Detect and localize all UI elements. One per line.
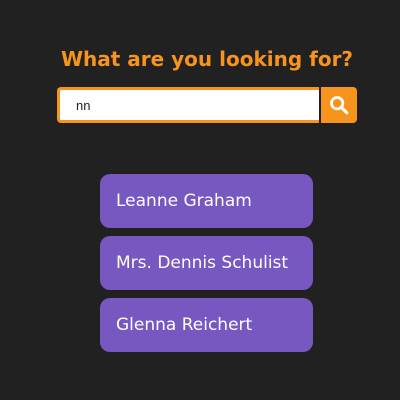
result-item[interactable]: Glenna Reichert <box>100 298 313 352</box>
search-button[interactable] <box>321 87 357 123</box>
result-item[interactable]: Leanne Graham <box>100 174 313 228</box>
search-input[interactable] <box>57 87 319 123</box>
search-bar <box>57 87 357 123</box>
results-list: Leanne Graham Mrs. Dennis Schulist Glenn… <box>100 174 313 360</box>
result-item[interactable]: Mrs. Dennis Schulist <box>100 236 313 290</box>
search-icon <box>330 96 349 115</box>
page-heading: What are you looking for? <box>60 47 354 71</box>
